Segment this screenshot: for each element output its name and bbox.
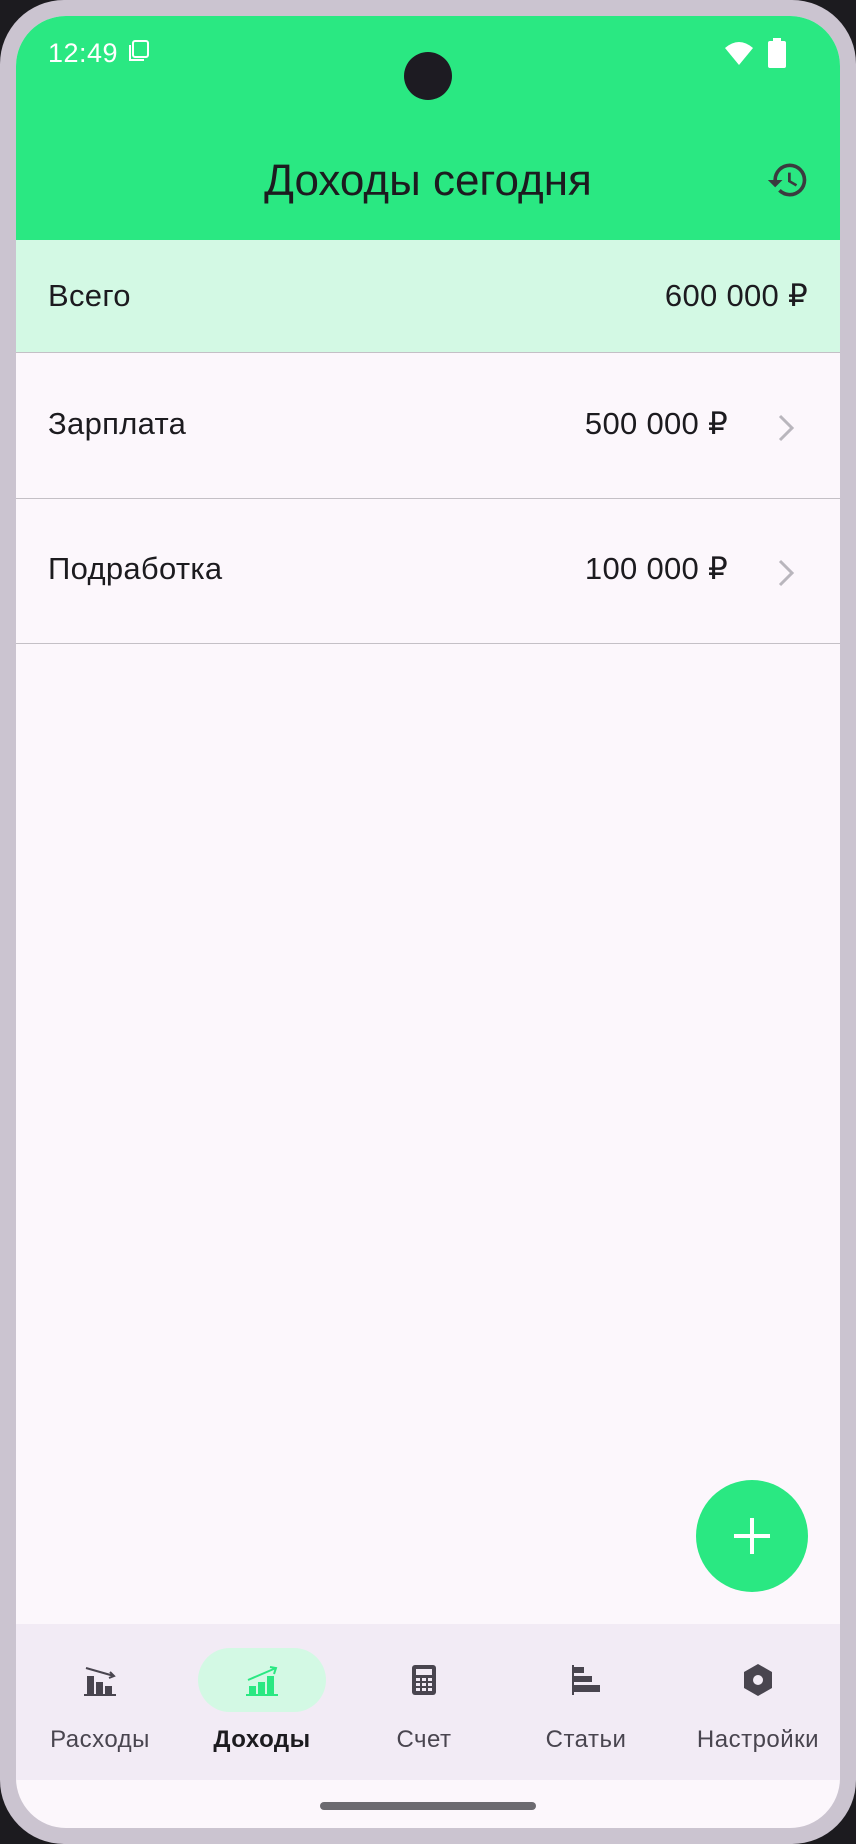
wifi-icon [725, 42, 753, 65]
history-button[interactable] [760, 152, 816, 208]
nav-label: Расходы [50, 1726, 150, 1753]
nav-label: Настройки [696, 1726, 820, 1753]
income-label: Подработка [48, 551, 223, 586]
nav-item-account[interactable]: Счет [342, 1624, 506, 1780]
total-row: Всего 600 000 ₽ [16, 240, 840, 353]
nav-label: Доходы [213, 1726, 311, 1753]
top-app-bar: 12:49 Доходы сегодня [16, 16, 840, 240]
expenses-chart-icon [84, 1667, 116, 1696]
income-row-side-job[interactable]: Подработка 100 000 ₽ [16, 499, 840, 644]
screen: 12:49 Доходы сегодня Всего 600 000 ₽ Зар… [16, 16, 840, 1828]
income-row-salary[interactable]: Зарплата 500 000 ₽ [16, 354, 840, 499]
nav-label: Статьи [545, 1726, 627, 1753]
nav-item-income[interactable]: Доходы [180, 1624, 344, 1780]
total-amount: 600 000 ₽ [664, 278, 808, 313]
nav-item-articles[interactable]: Статьи [504, 1624, 668, 1780]
chevron-right-icon [778, 414, 795, 442]
nav-label: Счет [396, 1726, 452, 1753]
income-amount: 100 000 ₽ [584, 551, 728, 586]
status-time: 12:49 [48, 38, 119, 68]
front-camera [404, 52, 452, 100]
home-indicator[interactable] [320, 1802, 536, 1810]
settings-icon [744, 1664, 772, 1696]
add-income-button[interactable] [696, 1480, 808, 1592]
articles-icon [572, 1665, 600, 1695]
device-frame: 12:49 Доходы сегодня Всего 600 000 ₽ Зар… [0, 0, 856, 1844]
history-icon [767, 163, 807, 197]
calculator-icon [412, 1665, 436, 1695]
page-title: Доходы сегодня [264, 156, 592, 205]
battery-icon [768, 38, 786, 68]
income-label: Зарплата [48, 406, 187, 441]
chevron-right-icon [778, 559, 795, 587]
total-label: Всего [48, 278, 131, 313]
nav-item-settings[interactable]: Настройки [676, 1624, 840, 1780]
income-amount: 500 000 ₽ [584, 406, 728, 441]
income-chart-icon [246, 1666, 278, 1696]
bottom-navigation: Расходы Доходы Счет Статьи Настройки [16, 1624, 840, 1780]
plus-icon [734, 1518, 770, 1554]
sim-card-icon [129, 40, 149, 61]
nav-item-expenses[interactable]: Расходы [18, 1624, 182, 1780]
